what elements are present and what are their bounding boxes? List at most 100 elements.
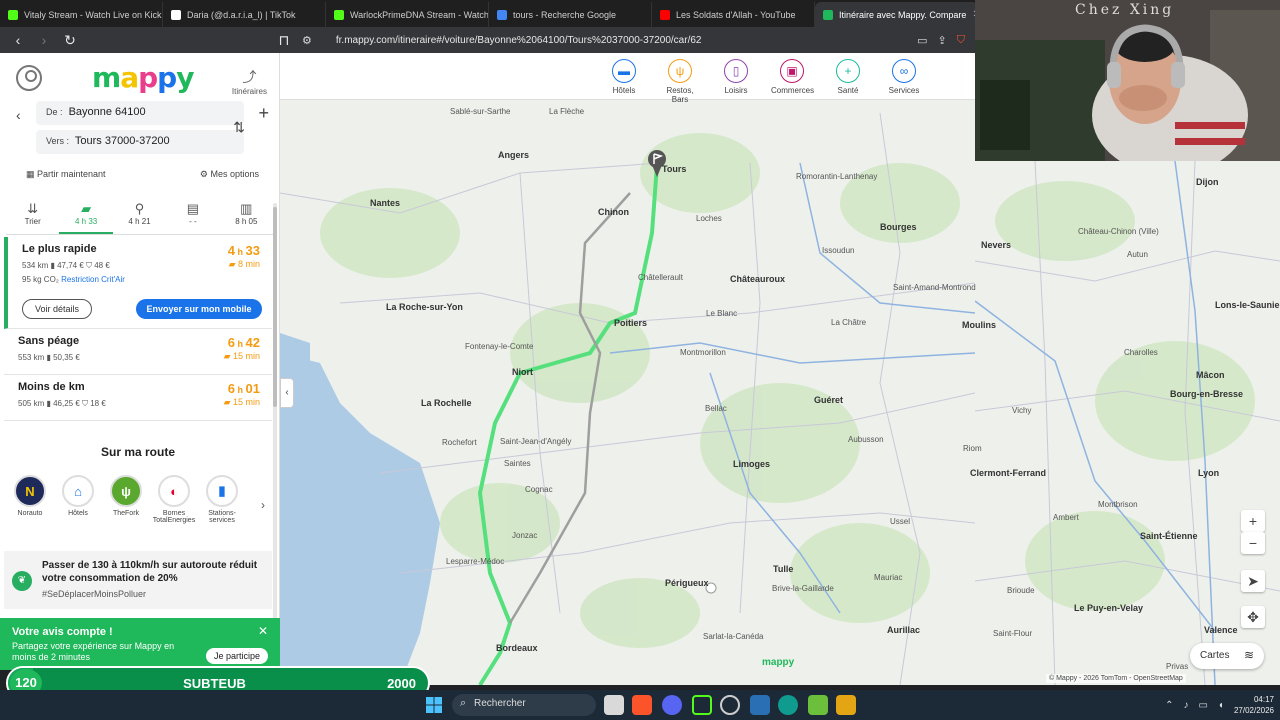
town-label: Saint-Amand-Montrond	[893, 283, 976, 292]
town-label: Issoudun	[822, 246, 855, 255]
from-field[interactable]: De : Bayonne 64100	[36, 101, 244, 125]
back-arrow-icon[interactable]: ‹	[16, 107, 21, 123]
sidebar-scroll-thumb[interactable]	[273, 207, 277, 407]
poi-norauto[interactable]: N Norauto	[6, 475, 54, 531]
browser-tab[interactable]: Daria (@d.a.r.i.a_l) | TikTok	[163, 2, 326, 27]
browser-tab[interactable]: tours - Recherche Google	[489, 2, 652, 27]
network-icon[interactable]: ▭	[1198, 700, 1207, 711]
brave-icon[interactable]	[632, 695, 652, 715]
chevron-up-icon[interactable]: ⌃	[1165, 700, 1173, 711]
mode-bus[interactable]: ▥ 8 h 05	[220, 201, 273, 234]
town-label: Loches	[696, 214, 722, 223]
route-traffic-delay: ▰ 15 min	[224, 397, 260, 408]
send-to-mobile-button[interactable]: Envoyer sur mon mobile	[136, 299, 262, 319]
mode-motorbike[interactable]: ⚲ 4 h 21	[113, 201, 166, 234]
brave-shield-icon[interactable]: ⛉	[957, 34, 965, 47]
signpost-icon: ⤴	[242, 69, 257, 85]
city-label: Chinon	[598, 207, 629, 217]
site-info-icon[interactable]: ⚙	[302, 34, 312, 47]
subscriber-goal-target: 2000	[387, 675, 416, 691]
town-label: Sarlat-la-Canéda	[703, 632, 764, 641]
category-h-tels[interactable]: ▬ Hôtels	[603, 53, 645, 99]
route-option[interactable]: Moins de km 6 h 01 ▰ 15 min 505 km ▮ 46,25 …	[4, 375, 272, 421]
move-icon[interactable]: ✥	[1241, 606, 1265, 628]
forward-icon[interactable]: ›	[36, 32, 52, 48]
category-commerces[interactable]: ▣ Commerces	[771, 53, 814, 99]
google-icon	[497, 9, 507, 20]
obs-icon[interactable]	[720, 695, 740, 715]
view-details-button[interactable]: Voir détails	[22, 299, 92, 319]
locate-icon[interactable]: ➤	[1241, 570, 1265, 592]
town-label: La Châtre	[831, 318, 867, 327]
close-icon[interactable]: ✕	[258, 624, 268, 638]
mode-car[interactable]: ▰ 4 h 33	[59, 201, 113, 234]
screen-icon[interactable]: ▭	[917, 34, 927, 47]
depart-now-button[interactable]: ▦ Partir maintenant	[26, 169, 106, 180]
clock[interactable]: 04:17 27/02/2026	[1234, 694, 1274, 716]
city-label: Tulle	[773, 564, 794, 574]
route-info: 534 km ▮ 47,74 € ⛉ 48 €	[22, 261, 110, 270]
browser-tab[interactable]: WarlockPrimeDNA Stream - Watch Li	[326, 2, 489, 27]
collapse-sidebar-icon[interactable]: ‹	[280, 378, 294, 408]
mappy-logo[interactable]: mappy	[92, 61, 194, 94]
zoom-out-button[interactable]: −	[1241, 532, 1265, 554]
map-copyright: © Mappy - 2026 TomTom - OpenStreetMap	[1046, 674, 1186, 683]
poi-icon: N	[14, 475, 46, 507]
share-icon[interactable]: ⇪	[938, 34, 947, 47]
browser-tab[interactable]: Vitaly Stream - Watch Live on Kick	[0, 2, 163, 27]
map-layers-button[interactable]: Cartes ≋	[1190, 643, 1264, 669]
windows-start-icon[interactable]	[426, 697, 442, 713]
category-restos-bars[interactable]: ψ Restos, Bars	[659, 53, 701, 104]
poi-bornes-totalenergies[interactable]: ◐ Bornes TotalEnergies	[150, 475, 198, 531]
critair-link[interactable]: Restriction Crit'Air	[61, 275, 125, 284]
account-avatar-icon[interactable]	[16, 65, 42, 91]
itineraries-button[interactable]: ⤴ Itinéraires	[232, 67, 267, 96]
tab-title: Les Soldats d'Allah - YouTube	[676, 9, 796, 20]
poi-stations-services[interactable]: ▮ Stations-services	[198, 475, 246, 531]
swap-icon[interactable]: ⇅	[233, 119, 245, 136]
back-icon[interactable]: ‹	[10, 32, 26, 48]
mode-train[interactable]: ▤ - -	[166, 201, 219, 234]
mappy-icon	[823, 9, 833, 20]
discord-icon[interactable]	[662, 695, 682, 715]
town-label: Riom	[963, 444, 982, 453]
route-option[interactable]: Sans péage 6 h 42 ▰ 15 min 553 km ▮ 50,35 €	[4, 329, 272, 375]
poi-thefork[interactable]: ψ TheFork	[102, 475, 150, 531]
route-duration: 4 h 33	[228, 243, 260, 258]
app-icon-yellow[interactable]	[836, 695, 856, 715]
town-label: Fontenay-le-Comte	[465, 342, 534, 351]
task-view-icon[interactable]	[604, 695, 624, 715]
town-label: Montbrison	[1098, 500, 1138, 509]
traffic-icon: ▰	[228, 259, 238, 269]
microphone-icon[interactable]: ♪	[1183, 700, 1188, 711]
category-icon: ▯	[724, 59, 748, 83]
category-sant-[interactable]: + Santé	[827, 53, 869, 99]
to-field[interactable]: Vers : Tours 37000-37200	[36, 130, 244, 154]
volume-icon[interactable]: ◖	[1218, 700, 1224, 711]
map-canvas[interactable]	[280, 53, 975, 685]
taskbar-search[interactable]: ⌕ Rechercher	[452, 694, 596, 716]
browser-tab[interactable]: Itinéraire avec Mappy. Compare✕	[815, 2, 978, 27]
category-loisirs[interactable]: ▯ Loisirs	[715, 53, 757, 99]
feedback-participate-button[interactable]: Je participe	[205, 648, 268, 664]
pois-next-icon[interactable]: ›	[261, 498, 265, 512]
edge-icon[interactable]	[778, 695, 798, 715]
town-label: Jonzac	[512, 531, 538, 540]
poi-h-tels[interactable]: ⌂ Hôtels	[54, 475, 102, 531]
url-field[interactable]: fr.mappy.com/itineraire#/voiture/Bayonne…	[336, 35, 907, 46]
route-option[interactable]: Le plus rapide 4 h 33 ▰ 8 min 534 km ▮ 47,7…	[4, 237, 272, 329]
youtube-icon	[660, 9, 670, 20]
browser-tab[interactable]: Les Soldats d'Allah - YouTube	[652, 2, 815, 27]
system-tray: ⌃ ♪ ▭ ◖ 04:17 27/02/2026	[1165, 690, 1274, 720]
app-icon[interactable]	[750, 695, 770, 715]
zoom-in-button[interactable]: +	[1241, 510, 1265, 532]
add-stop-button[interactable]: +	[258, 103, 269, 124]
my-options-button[interactable]: ⚙ Mes options	[200, 169, 259, 180]
app-icon-green[interactable]	[808, 695, 828, 715]
mode-sort[interactable]: ⇊ Trier	[6, 201, 59, 234]
tab-title: Vitaly Stream - Watch Live on Kick	[24, 9, 162, 20]
category-services[interactable]: ∞ Services	[883, 53, 925, 99]
bookmark-icon[interactable]: ⊓	[276, 32, 292, 49]
reload-icon[interactable]: ↻	[62, 32, 78, 49]
kick-app-icon[interactable]	[692, 695, 712, 715]
